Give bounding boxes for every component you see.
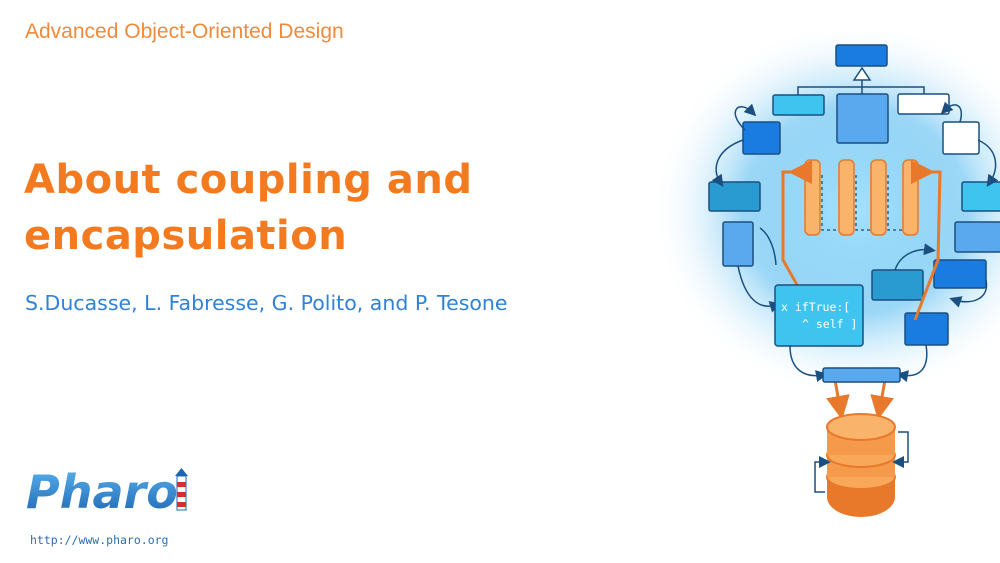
slide-title-line-2: encapsulation — [24, 213, 348, 259]
lightbulb-diagram-illustration: x ifTrue:[ ^ self ] — [650, 30, 1000, 517]
side-box-7 — [933, 259, 987, 289]
slide-title-line-1: About coupling and — [24, 157, 473, 203]
code-line-2: ^ self ] — [802, 317, 857, 331]
subclass-box-right — [897, 93, 950, 115]
code-box — [774, 284, 864, 347]
authors: S.Ducasse, L. Fabresse, G. Polito, and P… — [25, 291, 508, 315]
side-box-9 — [904, 312, 949, 346]
side-box-1 — [742, 121, 781, 155]
course-title: Advanced Object-Oriented Design — [25, 20, 344, 43]
pharo-logo-text: Pharo — [26, 465, 178, 519]
side-box-8 — [871, 269, 924, 301]
side-box-6 — [954, 221, 1000, 253]
database-icon — [826, 413, 896, 517]
pharo-logo: Pharo — [26, 465, 188, 519]
top-class-box — [835, 44, 888, 67]
side-box-2 — [942, 121, 980, 155]
code-line-1: x ifTrue:[ — [781, 300, 850, 314]
pharo-url: http://www.pharo.org — [30, 533, 169, 547]
subclass-box-left — [772, 94, 825, 116]
side-box-3 — [708, 181, 761, 212]
bulb-neck-box — [822, 367, 901, 383]
slide-title: About coupling and encapsulation — [24, 152, 564, 264]
side-box-4 — [961, 181, 1000, 212]
subclass-box-middle — [836, 93, 889, 144]
side-box-5 — [722, 221, 754, 267]
lighthouse-icon — [175, 468, 188, 511]
